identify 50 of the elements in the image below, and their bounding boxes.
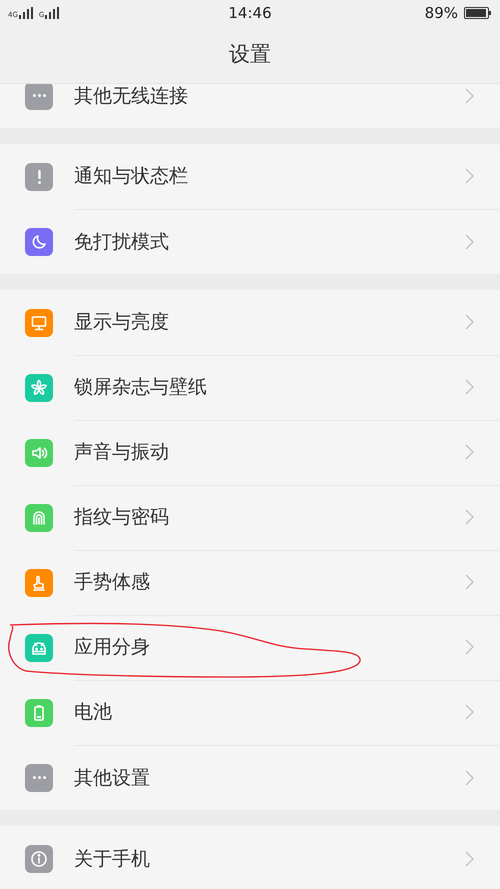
more-icon <box>32 776 46 779</box>
clock: 14:46 <box>228 4 272 22</box>
item-label: 锁屏杂志与壁纸 <box>74 375 208 400</box>
item-label: 指纹与密码 <box>74 505 170 530</box>
item-label: 通知与状态栏 <box>74 164 189 189</box>
signal-icon <box>18 6 33 18</box>
settings-item[interactable]: 通知与状态栏 <box>0 144 500 209</box>
settings-item[interactable]: 免打扰模式 <box>0 209 500 274</box>
chevron-icon <box>465 314 474 330</box>
chevron-icon <box>465 379 474 395</box>
chevron-icon <box>465 639 474 655</box>
chevron-icon <box>465 770 474 786</box>
fingerprint-icon <box>30 508 48 526</box>
info-icon <box>30 850 48 868</box>
chevron-icon <box>465 704 474 720</box>
monitor-icon <box>30 314 48 332</box>
item-label: 声音与振动 <box>74 440 170 465</box>
chevron-icon <box>465 850 474 866</box>
settings-item[interactable]: 声音与振动 <box>0 420 500 485</box>
settings-item[interactable]: 其他无线连接 <box>0 83 500 128</box>
settings-item[interactable]: 显示与亮度 <box>0 290 500 355</box>
settings-item[interactable]: 电池 <box>0 680 500 745</box>
signal-icon <box>45 6 60 18</box>
battery-icon <box>464 6 492 18</box>
more-icon <box>32 94 46 97</box>
chevron-icon <box>465 444 474 460</box>
settings-item[interactable]: 锁屏杂志与壁纸 <box>0 355 500 420</box>
settings-item[interactable]: 其他设置 <box>0 745 500 810</box>
page-title: 设置 <box>229 41 271 68</box>
battery-percent: 89% <box>424 4 458 22</box>
item-label: 免打扰模式 <box>74 230 170 254</box>
item-label: 其他无线连接 <box>74 84 189 108</box>
settings-item[interactable]: 应用分身 <box>0 615 500 680</box>
moon-icon <box>30 232 48 250</box>
chevron-icon <box>465 168 474 184</box>
chevron-icon <box>465 88 474 104</box>
flower-icon <box>30 378 48 396</box>
item-label: 显示与亮度 <box>74 310 170 335</box>
settings-item[interactable]: 手势体感 <box>0 550 500 615</box>
item-label: 关于手机 <box>74 846 151 872</box>
chevron-icon <box>465 509 474 525</box>
chevron-icon <box>465 574 474 590</box>
item-label: 电池 <box>74 700 113 725</box>
settings-item[interactable]: 关于手机 <box>0 826 500 889</box>
exclamation-icon <box>38 170 40 184</box>
item-label: 应用分身 <box>74 635 151 660</box>
item-label: 其他设置 <box>74 766 151 790</box>
chevron-icon <box>465 234 474 250</box>
item-label: 手势体感 <box>74 570 151 595</box>
settings-item[interactable]: 指纹与密码 <box>0 485 500 550</box>
